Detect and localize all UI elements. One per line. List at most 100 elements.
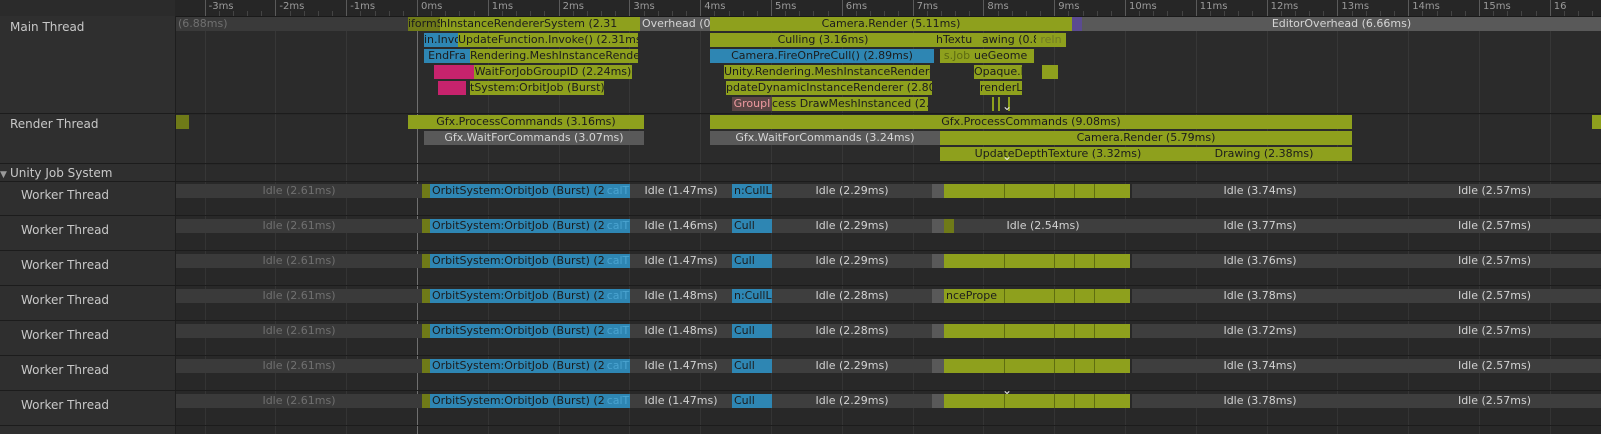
sample-prev-process[interactable] — [176, 115, 189, 129]
sample-small-gray[interactable] — [932, 324, 944, 338]
sample-idle[interactable]: Idle (2.28ms) — [772, 324, 932, 338]
sample-idle[interactable]: Idle (2.57ms) — [1388, 394, 1601, 408]
sample-job-green[interactable] — [944, 184, 1130, 198]
sample-idle[interactable]: Idle (2.57ms) — [1388, 184, 1601, 198]
sample-idle[interactable]: Idle (1.46ms) — [630, 219, 732, 233]
sample-jobs[interactable]: s.Job — [940, 49, 974, 63]
sample-culling-job[interactable]: Cull — [732, 359, 772, 373]
sample-small-gray[interactable] — [932, 184, 944, 198]
sample-idle[interactable]: Idle (3.78ms) — [1132, 289, 1388, 303]
sample-idle-prev[interactable]: Idle (2.61ms) — [176, 324, 422, 338]
sample-idle[interactable]: Idle (2.29ms) — [772, 394, 932, 408]
worker-thread-label[interactable]: Worker Thread — [21, 363, 109, 377]
worker-thread-label[interactable]: Worker Thread — [21, 328, 109, 342]
sample-idle[interactable]: Idle (2.29ms) — [772, 219, 932, 233]
collapse-triangle-icon[interactable]: ▼ — [0, 170, 10, 180]
sample-prev-frame[interactable]: (6.88ms) — [176, 17, 408, 31]
sample-orbit-job-burst[interactable]: OrbitSystem:OrbitJob (Burst) (2.45 — [430, 289, 606, 303]
sample-idle[interactable]: Idle (1.48ms) — [630, 324, 732, 338]
sample-instance-properties[interactable]: ncePrope — [944, 289, 1002, 303]
sample-gfx-process-commands-a[interactable]: Gfx.ProcessCommands (3.16ms) — [408, 115, 644, 129]
sample-local-transform[interactable]: calT — [606, 394, 630, 408]
sample-prein[interactable]: reIn — [1036, 33, 1066, 47]
sample-small-a[interactable] — [1042, 65, 1058, 79]
sample-rendering-mesh-instance[interactable]: Rendering.MeshInstanceRendere — [470, 49, 638, 63]
sample-small-job[interactable] — [422, 184, 430, 198]
sample-transform-system[interactable]: iformSy — [408, 17, 440, 31]
sample-idle[interactable]: Idle (2.29ms) — [772, 184, 932, 198]
sample-gfx-wait-for-commands-b[interactable]: Gfx.WaitForCommands (3.24ms) — [710, 131, 940, 145]
sample-idle-prev[interactable]: Idle (2.61ms) — [176, 254, 422, 268]
sample-job-green[interactable] — [1002, 289, 1130, 303]
sample-idle[interactable]: Idle (2.29ms) — [772, 359, 932, 373]
render-thread-label[interactable]: Render Thread — [10, 117, 99, 131]
worker-thread-label[interactable]: Worker Thread — [21, 258, 109, 272]
sample-render-loop[interactable]: renderLo — [980, 81, 1022, 95]
sample-idle[interactable]: Idle (1.47ms) — [630, 254, 732, 268]
sample-job-green[interactable] — [944, 359, 1130, 373]
sample-job-green[interactable] — [944, 394, 1130, 408]
sample-idle[interactable]: Idle (1.47ms) — [630, 184, 732, 198]
sample-idle[interactable]: Idle (2.57ms) — [1388, 254, 1601, 268]
sample-pink-job[interactable] — [434, 65, 474, 79]
sample-orbit-job-burst[interactable]: OrbitSystem:OrbitJob (Burst) (2.45 — [430, 184, 606, 198]
sample-orbit-job-burst[interactable]: OrbitSystem:OrbitJob (Burst) (2.45 — [430, 324, 606, 338]
sample-local-transform[interactable]: calT — [606, 184, 630, 198]
sample-small-gray[interactable] — [932, 394, 944, 408]
sample-idle[interactable]: Idle (2.29ms) — [772, 254, 932, 268]
sample-idle[interactable]: Idle (3.74ms) — [1132, 184, 1388, 198]
sample-idle-prev[interactable]: Idle (2.61ms) — [176, 394, 422, 408]
sample-texture[interactable]: hTextu — [936, 33, 982, 47]
sample-opaque[interactable]: Opaque.R — [974, 65, 1022, 79]
sample-local-transform[interactable]: calT — [606, 219, 630, 233]
worker-thread-label[interactable]: Worker Thread — [21, 293, 109, 307]
sample-idle[interactable]: Idle (3.76ms) — [1132, 254, 1388, 268]
sample-update-function-invoke[interactable]: UpdateFunction.Invoke() (2.31ms — [458, 33, 638, 47]
sample-drawing-rt[interactable]: Drawing (2.38ms) — [1176, 147, 1352, 161]
sample-idle[interactable]: Idle (2.57ms) — [1388, 219, 1601, 233]
sample-idle[interactable]: Idle (1.47ms) — [630, 359, 732, 373]
sample-wait-for-job-group[interactable]: WaitForJobGroupID (2.24ms) — [474, 65, 632, 79]
sample-culling-job[interactable]: n:CullL — [732, 289, 772, 303]
sample-idle[interactable]: Idle (2.57ms) — [1388, 359, 1601, 373]
sample-small-job[interactable] — [422, 359, 430, 373]
sample-group-id[interactable]: GroupI — [732, 97, 772, 111]
sample-orbit-job[interactable]: tSystem:OrbitJob (Burst) ( — [470, 81, 604, 95]
worker-thread-label[interactable]: Worker Thread — [21, 398, 109, 412]
sample-overhead[interactable]: Overhead (0.5 — [640, 17, 710, 31]
sample-small-gray[interactable] — [932, 254, 944, 268]
expand-chevron-icon[interactable]: ⌄ — [1002, 100, 1012, 112]
sample-idle[interactable]: Idle (3.72ms) — [1132, 324, 1388, 338]
sample-idle[interactable]: Idle (1.47ms) — [630, 394, 732, 408]
sample-culling-job[interactable]: Cull — [732, 219, 772, 233]
sample-fire-on-pre-cull[interactable]: Camera.FireOnPreCull() (2.89ms) — [710, 49, 934, 63]
sample-sliver[interactable] — [992, 97, 994, 111]
sample-mesh-instance-renderer-sy[interactable]: Unity.Rendering.MeshInstanceRendererSy — [724, 65, 930, 79]
sample-idle-prev[interactable]: Idle (2.61ms) — [176, 289, 422, 303]
sample-culling[interactable]: Culling (3.16ms) — [710, 33, 936, 47]
main-thread-label[interactable]: Main Thread — [10, 20, 84, 34]
sample-local-transform[interactable]: calT — [606, 254, 630, 268]
sample-small-job[interactable] — [422, 324, 430, 338]
sample-next-process[interactable] — [1592, 115, 1601, 129]
sample-idle-prev[interactable]: Idle (2.61ms) — [176, 359, 422, 373]
sample-job-green[interactable] — [944, 324, 1130, 338]
sample-culling-job[interactable]: Cull — [732, 324, 772, 338]
sample-gfx-process-commands-b[interactable]: Gfx.ProcessCommands (9.08ms) — [710, 115, 1352, 129]
sample-camera-render[interactable]: Camera.Render (5.11ms) — [710, 17, 1072, 31]
job-system-group-label[interactable]: ▼ Unity Job System — [0, 166, 112, 180]
sample-pink-job-2[interactable] — [438, 81, 466, 95]
sample-idle[interactable]: Idle (2.57ms) — [1388, 324, 1601, 338]
sample-queue-geometry[interactable]: ueGeome — [974, 49, 1034, 63]
sample-local-transform[interactable]: calT — [606, 289, 630, 303]
sample-culling-job[interactable]: n:CullL — [732, 184, 772, 198]
sample-job-green[interactable] — [944, 254, 1130, 268]
time-ruler[interactable]: -3ms -2ms -1ms 0ms 1ms 2ms 3ms 4ms 5ms 6ms 7ms 8ms 9… — [0, 0, 1601, 17]
sample-culling-job[interactable]: Cull — [732, 394, 772, 408]
sample-orbit-job-burst[interactable]: OrbitSystem:OrbitJob (Burst) (2.45 — [430, 254, 606, 268]
sample-purple-marker[interactable] — [1072, 17, 1082, 31]
sample-orbit-job-burst[interactable]: OrbitSystem:OrbitJob (Burst) (2.45 — [430, 359, 606, 373]
sample-idle[interactable]: Idle (3.77ms) — [1132, 219, 1388, 233]
sample-orbit-job-burst[interactable]: OrbitSystem:OrbitJob (Burst) (2.43 — [430, 394, 606, 408]
sample-local-transform[interactable]: calT — [606, 359, 630, 373]
